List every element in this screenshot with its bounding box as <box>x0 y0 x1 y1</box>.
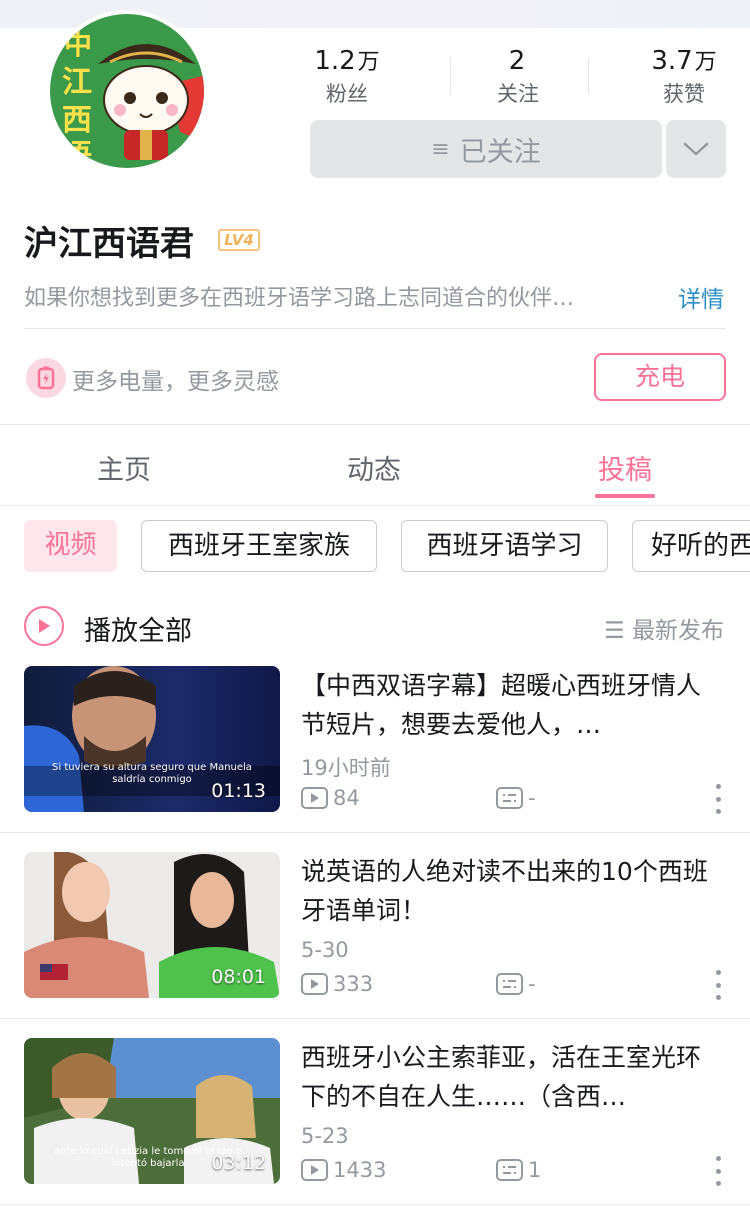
play-count-icon <box>301 1159 328 1181</box>
divider <box>0 1204 750 1205</box>
play-count: 333 <box>333 972 374 996</box>
video-duration: 01:13 <box>211 780 266 802</box>
video-thumbnail[interactable]: 08:01 <box>24 852 280 998</box>
stat-likes[interactable]: 3.7万 获赞 <box>619 44 749 108</box>
video-plays: 1433 <box>301 1158 386 1182</box>
filter-chip-royal-family[interactable]: 西班牙王室家族 <box>141 520 377 572</box>
play-count: 1433 <box>333 1158 387 1182</box>
video-item[interactable]: Si tuviera su altura seguro que Manuela … <box>0 666 750 852</box>
svg-text:江: 江 <box>62 65 92 100</box>
video-danmaku: 1 <box>496 1158 541 1182</box>
video-danmaku: - <box>496 972 536 996</box>
stat-following[interactable]: 2 关注 <box>453 44 583 108</box>
channel-name: 沪江西语君 <box>24 224 194 264</box>
avatar[interactable]: 中 江 西 语 <box>46 10 208 172</box>
followed-button[interactable]: ≡ 已关注 <box>310 120 662 178</box>
svg-text:中: 中 <box>64 28 92 61</box>
video-title[interactable]: 西班牙小公主索菲亚，活在王室光环下的不自在人生……（含西… <box>301 1038 721 1116</box>
video-item[interactable]: ante lo cual Letizia le tomó el brazo e … <box>0 1038 750 1206</box>
filter-chip-videos[interactable]: 视频 <box>24 520 117 572</box>
danmaku-icon <box>496 973 523 995</box>
chevron-down-icon <box>683 142 709 156</box>
charge-prompt: 更多电量，更多灵感 <box>72 369 279 395</box>
play-count-icon <box>301 973 328 995</box>
stat-following-label: 关注 <box>497 82 539 106</box>
play-all-icon[interactable] <box>24 606 64 646</box>
tab-uploads[interactable]: 投稿 <box>565 448 685 487</box>
video-date: 5-30 <box>301 938 349 962</box>
active-tab-indicator <box>595 494 655 498</box>
charge-button[interactable]: 充电 <box>594 353 726 401</box>
battery-charge-icon <box>26 358 66 398</box>
bio-detail-link[interactable]: 详情 <box>678 280 724 314</box>
tab-dynamics[interactable]: 动态 <box>314 448 434 487</box>
more-options-icon[interactable] <box>711 970 725 1000</box>
play-count-icon <box>301 787 328 809</box>
danmaku-icon <box>496 1159 523 1181</box>
video-thumbnail[interactable]: Si tuviera su altura seguro que Manuela … <box>24 666 280 812</box>
video-plays: 84 <box>301 786 360 810</box>
more-options-icon[interactable] <box>711 784 725 814</box>
followed-button-label: 已关注 <box>459 136 541 168</box>
tab-home[interactable]: 主页 <box>64 448 184 487</box>
divider <box>0 505 750 506</box>
danmaku-count: 1 <box>528 1158 542 1182</box>
video-title[interactable]: 说英语的人绝对读不出来的10个西班牙语单词！ <box>301 852 721 930</box>
level-badge: LV4 <box>218 229 260 251</box>
divider <box>0 1018 750 1019</box>
list-icon: ☰ <box>604 618 625 644</box>
video-thumbnail[interactable]: ante lo cual Letizia le tomó el brazo e … <box>24 1038 280 1184</box>
play-count: 84 <box>333 786 360 810</box>
menu-icon: ≡ <box>431 136 450 162</box>
danmaku-count: - <box>528 972 536 996</box>
stat-likes-unit: 万 <box>694 50 717 75</box>
filter-chip-spanish-learning[interactable]: 西班牙语学习 <box>401 520 608 572</box>
stat-divider <box>588 58 589 94</box>
video-date: 5-23 <box>301 1124 349 1148</box>
stat-fans-label: 粉丝 <box>326 82 368 106</box>
video-date: 19小时前 <box>301 756 391 780</box>
stat-following-value: 2 <box>508 46 526 76</box>
danmaku-count: - <box>528 786 536 810</box>
play-all-button[interactable]: 播放全部 <box>84 609 192 648</box>
section-divider <box>0 424 750 425</box>
stat-fans[interactable]: 1.2万 粉丝 <box>282 44 412 108</box>
channel-bio: 如果你想找到更多在西班牙语学习路上志同道合的伙伴… <box>24 286 575 311</box>
divider <box>0 832 750 833</box>
stat-fans-unit: 万 <box>357 50 380 75</box>
stat-likes-value: 3.7 <box>651 46 693 76</box>
stat-likes-label: 获赞 <box>663 82 705 106</box>
svg-text:西: 西 <box>62 103 92 138</box>
danmaku-icon <box>496 787 523 809</box>
video-plays: 333 <box>301 972 373 996</box>
video-danmaku: - <box>496 786 536 810</box>
video-title[interactable]: 【中西双语字幕】超暖心西班牙情人节短片，想要去爱他人，… <box>301 666 721 744</box>
filter-chip-nice-spanish[interactable]: 好听的西 <box>632 520 750 572</box>
video-duration: 03:12 <box>211 1152 266 1174</box>
divider <box>24 328 726 329</box>
svg-text:语: 语 <box>62 139 92 168</box>
video-item[interactable]: 08:01 说英语的人绝对读不出来的10个西班牙语单词！ 5-30 333 - <box>0 852 750 1038</box>
sort-label: 最新发布 <box>632 618 724 644</box>
follow-dropdown-button[interactable] <box>666 120 726 178</box>
stat-divider <box>450 58 451 94</box>
sort-selector[interactable]: ☰ 最新发布 <box>604 611 724 645</box>
more-options-icon[interactable] <box>711 1156 725 1186</box>
video-duration: 08:01 <box>211 966 266 988</box>
stat-fans-value: 1.2 <box>314 46 356 76</box>
